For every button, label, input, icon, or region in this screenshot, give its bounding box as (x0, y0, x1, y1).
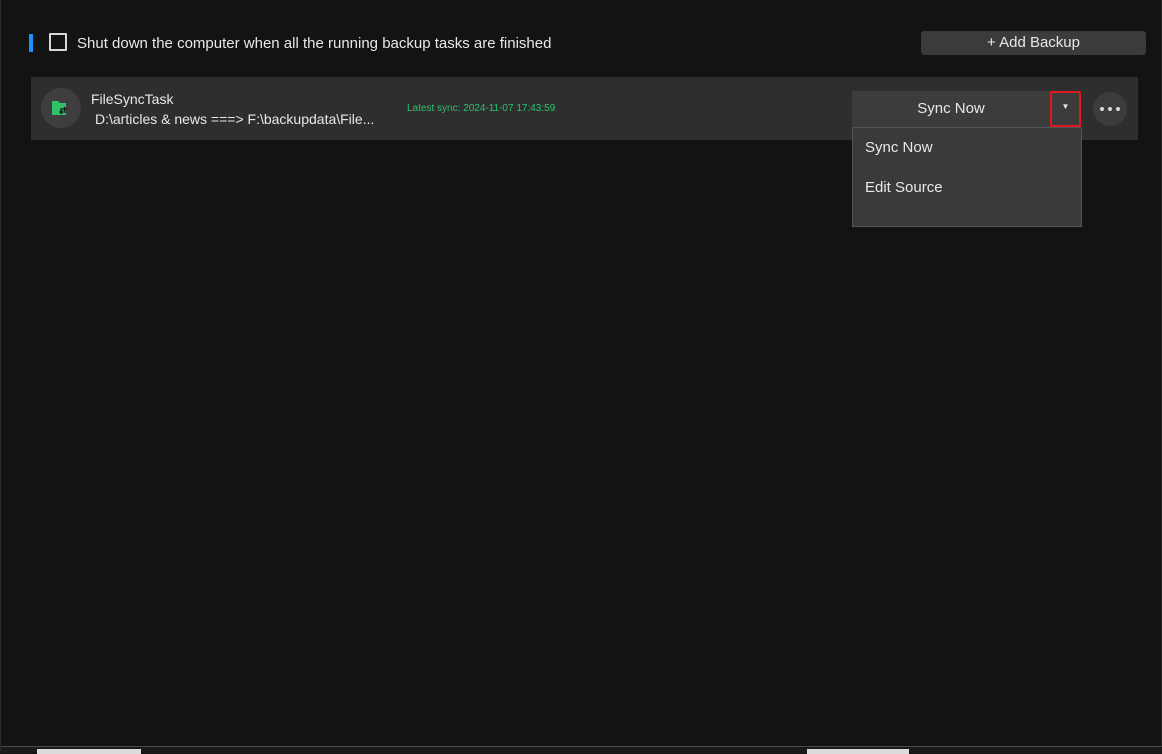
bottom-tab[interactable] (807, 749, 909, 754)
bottom-tab-strip (1, 746, 1162, 754)
more-dots-icon (1100, 107, 1104, 111)
section-accent-bar (29, 34, 33, 52)
bottom-tab[interactable] (37, 749, 141, 754)
chevron-down-icon: ▼ (1061, 102, 1070, 111)
latest-sync-status: Latest sync: 2024-11-07 17:43:59 (407, 103, 556, 114)
sync-now-button[interactable]: Sync Now (852, 91, 1050, 127)
task-icon-container (41, 88, 81, 128)
sync-dropdown-menu: Sync Now Edit Source (852, 127, 1082, 227)
task-path: D:\articles & news ===> F:\backupdata\Fi… (95, 111, 375, 127)
shutdown-checkbox[interactable] (49, 33, 67, 51)
more-dots-icon (1108, 107, 1112, 111)
more-options-button[interactable] (1093, 92, 1127, 126)
sync-dropdown-toggle[interactable]: ▼ (1050, 91, 1081, 127)
add-backup-button[interactable]: + Add Backup (921, 31, 1146, 55)
task-name: FileSyncTask (91, 91, 174, 107)
more-dots-icon (1116, 107, 1120, 111)
shutdown-checkbox-label[interactable]: Shut down the computer when all the runn… (77, 35, 551, 53)
folder-sync-icon (52, 101, 67, 115)
app-window: Shut down the computer when all the runn… (0, 0, 1162, 754)
menu-item-sync-now[interactable]: Sync Now (853, 130, 1081, 166)
menu-item-edit-source[interactable]: Edit Source (853, 170, 1081, 206)
